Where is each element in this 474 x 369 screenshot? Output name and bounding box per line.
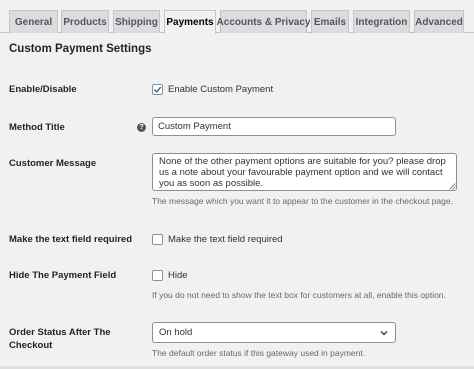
tab-accounts-privacy[interactable]: Accounts & Privacy <box>217 10 310 33</box>
method-title-input[interactable] <box>152 117 396 136</box>
section-title: Custom Payment Settings <box>9 43 152 55</box>
text-required-checkbox-label[interactable]: Make the text field required <box>168 234 283 245</box>
hide-checkbox[interactable] <box>152 270 163 281</box>
tab-shipping[interactable]: Shipping <box>113 10 160 33</box>
enable-disable-label: Enable/Disable <box>9 84 77 95</box>
resize-grip-icon[interactable] <box>449 183 456 190</box>
order-status-select[interactable]: On hold <box>152 322 396 343</box>
customer-message-label: Customer Message <box>9 158 97 169</box>
checkmark-icon <box>153 86 162 93</box>
chevron-down-icon <box>380 330 388 335</box>
hide-field-description: If you do not need to show the text box … <box>152 290 446 300</box>
customer-message-description: The message which you want it to appear … <box>152 196 453 206</box>
order-status-value: On hold <box>159 327 193 338</box>
order-status-description: The default order status if this gateway… <box>152 348 366 358</box>
order-status-label-line2: Checkout <box>9 340 53 351</box>
enable-custom-payment-checkbox[interactable] <box>152 84 163 95</box>
text-required-label: Make the text field required <box>9 234 133 245</box>
tab-integration[interactable]: Integration <box>353 10 410 33</box>
tab-advanced[interactable]: Advanced <box>414 10 464 33</box>
tab-emails[interactable]: Emails <box>311 10 349 33</box>
tab-products[interactable]: Products <box>61 10 109 33</box>
enable-custom-payment-label[interactable]: Enable Custom Payment <box>168 84 273 95</box>
hide-checkbox-label[interactable]: Hide <box>168 270 188 281</box>
tab-general[interactable]: General <box>9 10 58 33</box>
order-status-label-line1: Order Status After The <box>9 327 111 338</box>
hide-payment-field-label: Hide The Payment Field <box>9 270 117 281</box>
question-circle-icon[interactable]: ? <box>137 123 146 132</box>
method-title-label: Method Title <box>9 122 65 133</box>
tab-payments[interactable]: Payments <box>164 10 216 34</box>
settings-tabs: General Products Shipping Payments Accou… <box>0 0 474 34</box>
customer-message-textarea[interactable]: None of the other payment options are su… <box>152 153 457 191</box>
text-required-checkbox[interactable] <box>152 234 163 245</box>
